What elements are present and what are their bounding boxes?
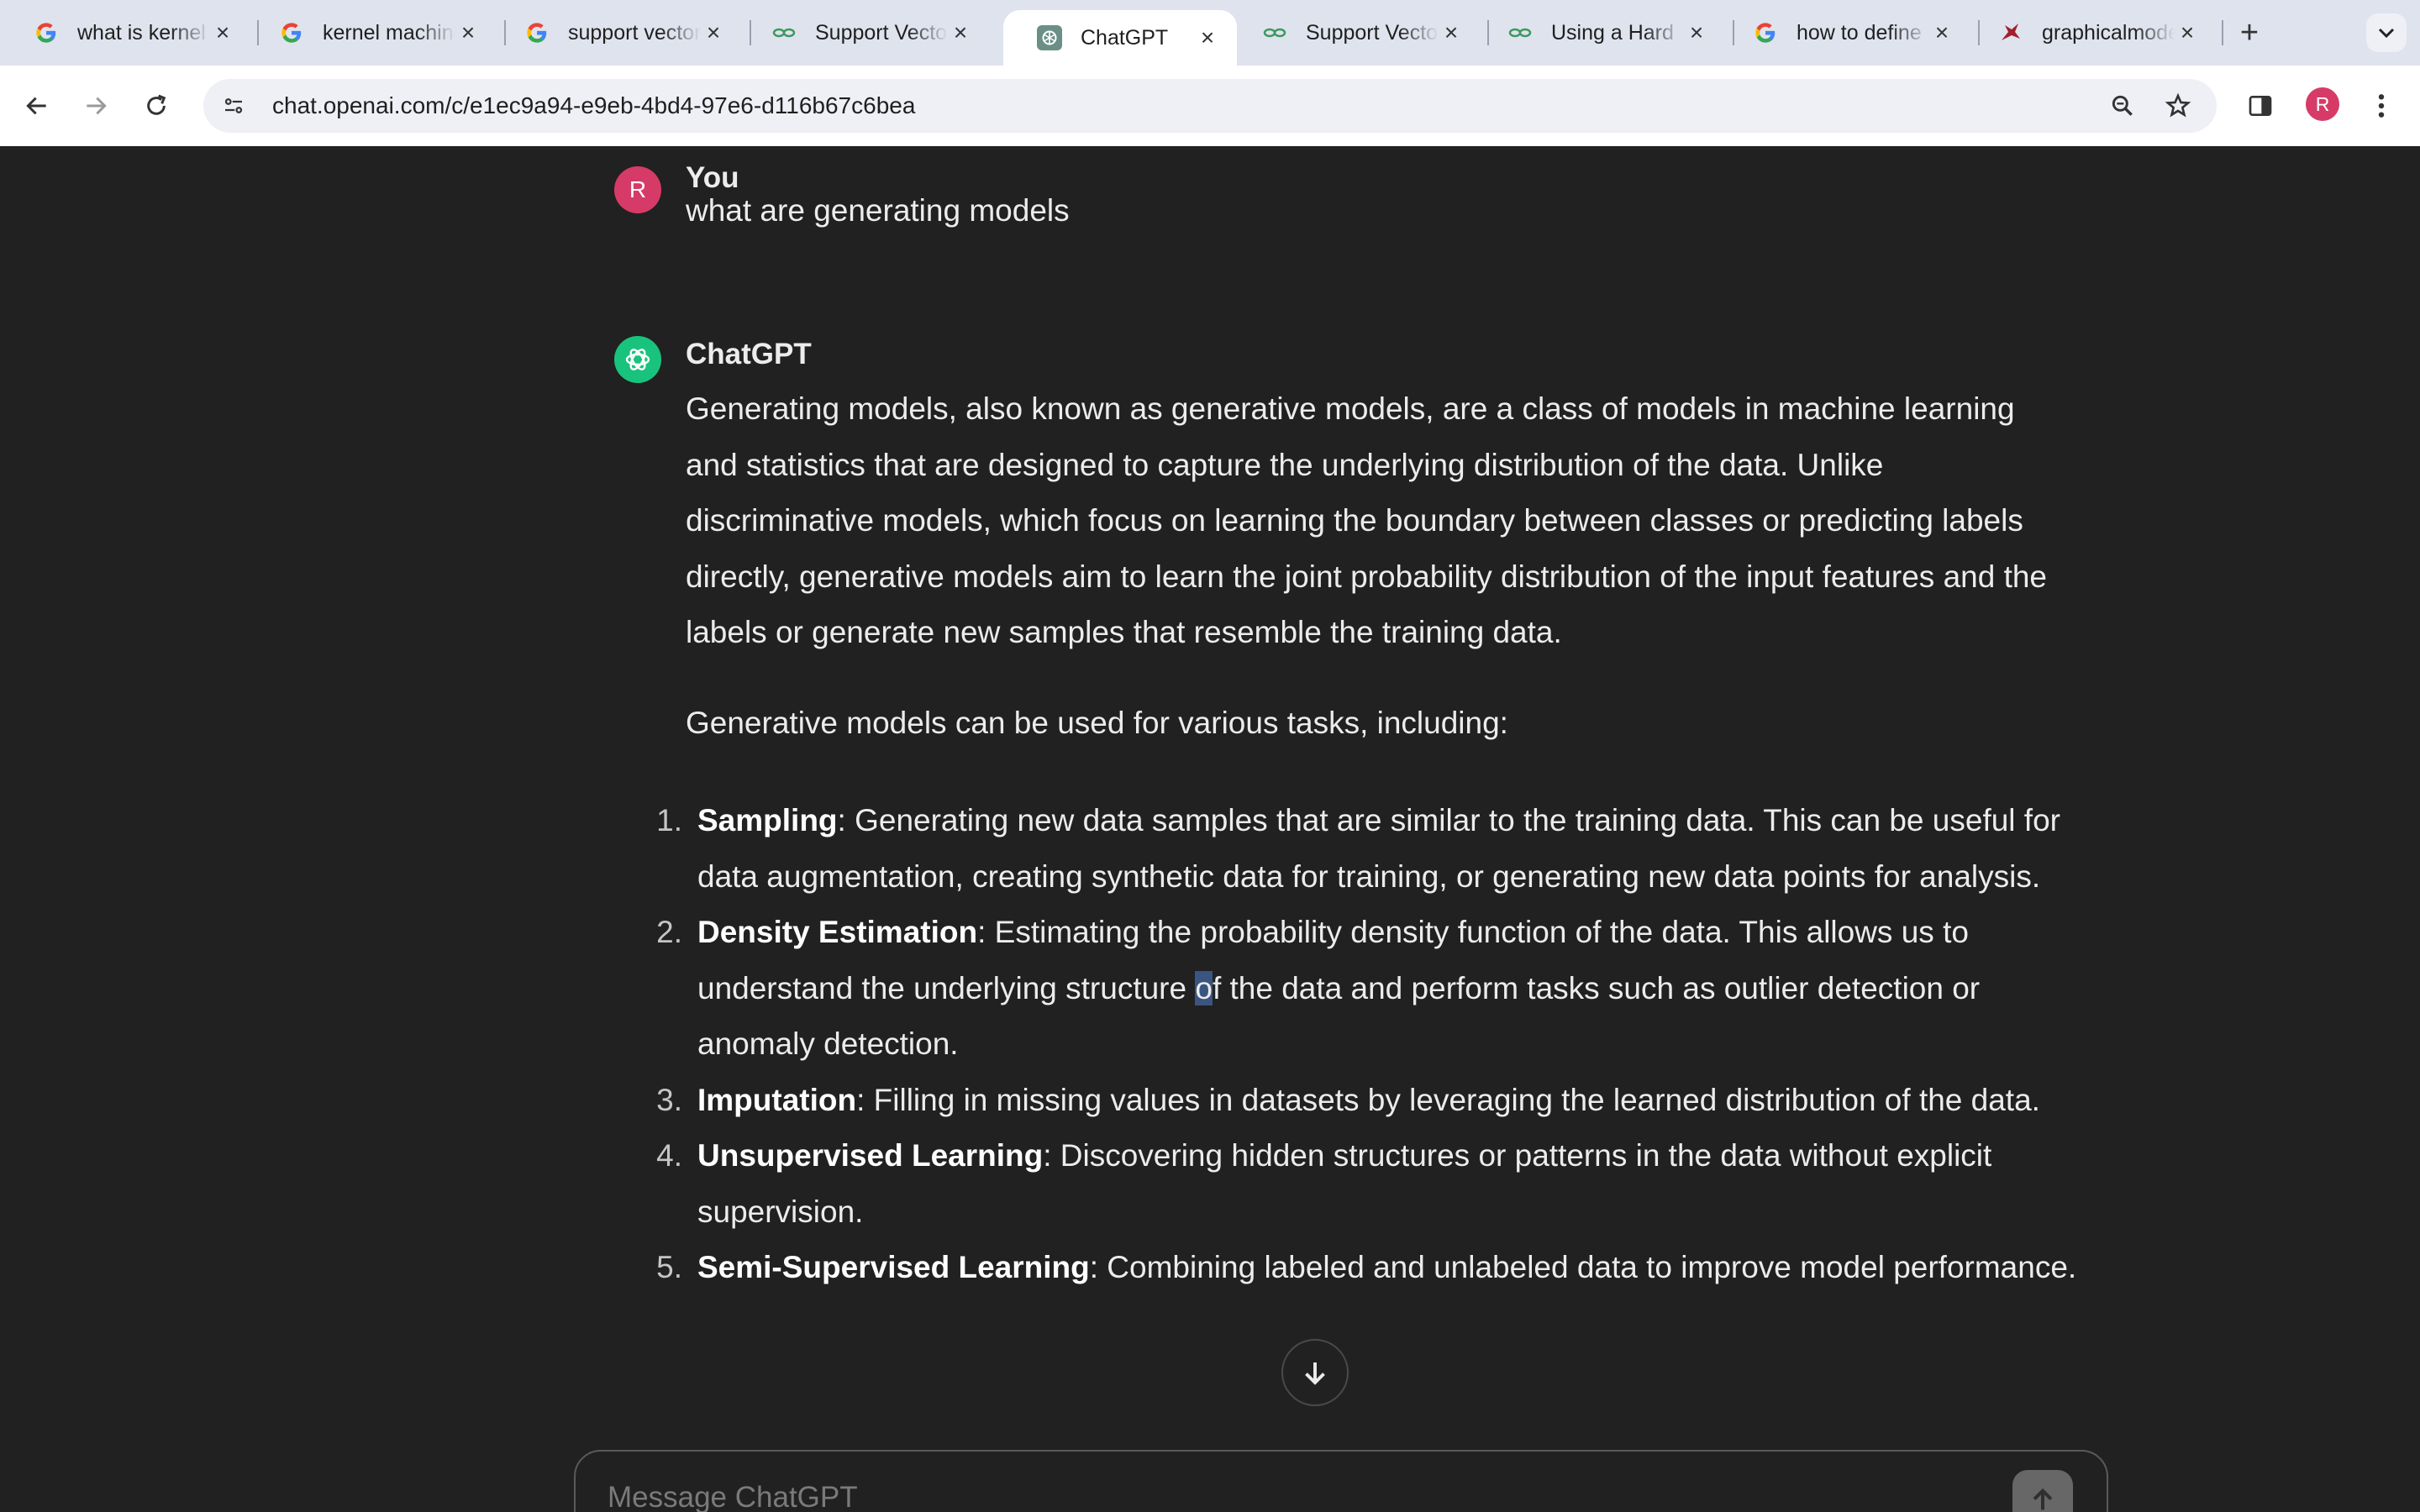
list-number: 5. bbox=[656, 1250, 682, 1284]
list-term: Semi-Supervised Learning bbox=[697, 1250, 1090, 1284]
list-item: 1. Sampling: Generating new data samples … bbox=[652, 793, 2081, 905]
assistant-name: ChatGPT bbox=[686, 338, 812, 370]
tab-title: graphicalmodels bbox=[2042, 20, 2175, 45]
chain-icon bbox=[771, 20, 797, 45]
tab-title: how to define bbox=[1797, 20, 1922, 45]
list-number: 2. bbox=[656, 915, 682, 949]
chat-area: R You what are generating models ChatGPT… bbox=[0, 146, 2420, 1512]
tab-title: support vector bbox=[568, 20, 701, 45]
list-item: 4. Unsupervised Learning: Discovering hid… bbox=[652, 1128, 2081, 1240]
close-icon[interactable]: × bbox=[1929, 19, 1954, 45]
list-text: : Combining labeled and unlabeled data t… bbox=[1089, 1250, 2077, 1284]
forward-arrow-icon bbox=[87, 97, 107, 115]
tab-support-vector-search[interactable]: support vector × bbox=[491, 10, 743, 55]
assistant-paragraph: Generative models can be used for variou… bbox=[686, 706, 1508, 740]
scroll-to-bottom-button[interactable] bbox=[1281, 1339, 1349, 1406]
tab-title: ChatGPT bbox=[1081, 25, 1169, 50]
back-arrow-icon bbox=[26, 97, 46, 115]
chatgpt-icon bbox=[614, 336, 661, 383]
side-panel-icon bbox=[2249, 96, 2272, 116]
google-icon bbox=[524, 20, 550, 45]
list-term: Density Estimation bbox=[697, 915, 978, 949]
list-text: : Generating new data samples that are s… bbox=[697, 803, 2060, 894]
send-button[interactable] bbox=[2012, 1470, 2073, 1512]
tab-support-vector-2[interactable]: Support Vector × bbox=[1228, 10, 1481, 55]
tab-search-button[interactable] bbox=[2366, 13, 2407, 52]
reload-button[interactable] bbox=[136, 86, 176, 126]
tab-separator bbox=[2222, 20, 2223, 45]
chain-icon bbox=[1507, 20, 1533, 45]
list-number: 3. bbox=[656, 1082, 682, 1117]
site-info-icon[interactable] bbox=[215, 87, 252, 124]
close-icon[interactable]: × bbox=[1684, 19, 1709, 45]
list-term: Unsupervised Learning bbox=[697, 1138, 1044, 1173]
tab-strip: what is kernel machine × kernel machine … bbox=[0, 0, 2420, 66]
tab-title: what is kernel machine bbox=[77, 20, 210, 45]
google-icon bbox=[279, 20, 304, 45]
google-icon bbox=[1753, 20, 1778, 45]
chatgpt-icon bbox=[1037, 25, 1062, 50]
message-input[interactable] bbox=[606, 1477, 1870, 1512]
browser-toolbar: chat.openai.com/c/e1ec9a94-e9eb-4bd4-97e… bbox=[0, 66, 2420, 146]
close-icon[interactable]: × bbox=[210, 19, 235, 45]
close-icon[interactable]: × bbox=[1439, 19, 1464, 45]
reload-icon bbox=[147, 94, 166, 115]
back-button[interactable] bbox=[17, 86, 57, 126]
message-composer bbox=[574, 1450, 2108, 1512]
forward-button[interactable] bbox=[76, 86, 116, 126]
list-text: : Filling in missing values in datasets … bbox=[856, 1082, 2040, 1117]
text-selection: o bbox=[1195, 970, 1213, 1005]
close-icon[interactable]: × bbox=[1195, 24, 1220, 50]
tab-chatgpt[interactable]: ChatGPT × bbox=[1003, 10, 1237, 66]
list-term: Sampling bbox=[697, 803, 838, 837]
tab-title: Support Vector bbox=[815, 20, 948, 45]
zoom-icon bbox=[2112, 95, 2133, 116]
profile-avatar[interactable]: R bbox=[2306, 87, 2339, 121]
address-bar[interactable]: chat.openai.com/c/e1ec9a94-e9eb-4bd4-97e… bbox=[203, 79, 2217, 133]
list-item: 2. Density Estimation: Estimating the pro… bbox=[652, 905, 2081, 1073]
bird-icon bbox=[1998, 20, 2023, 45]
google-icon bbox=[34, 20, 59, 45]
chevron-down-icon bbox=[2378, 28, 2395, 39]
zoom-button[interactable] bbox=[2101, 84, 2144, 128]
close-icon[interactable]: × bbox=[701, 19, 726, 45]
star-icon bbox=[2165, 92, 2191, 118]
tab-graphicalmodels[interactable]: graphicalmodels × bbox=[1965, 10, 2217, 55]
list-number: 1. bbox=[656, 803, 682, 837]
tab-using-a-hard[interactable]: Using a Hard × bbox=[1474, 10, 1726, 55]
arrow-up-icon bbox=[2033, 1488, 2053, 1510]
list-item: 5. Semi-Supervised Learning: Combining la… bbox=[652, 1240, 2081, 1296]
side-panel-button[interactable] bbox=[2238, 84, 2282, 128]
arrow-down-icon bbox=[1305, 1362, 1325, 1385]
user-avatar: R bbox=[614, 166, 661, 213]
assistant-paragraph: Generating models, also known as generat… bbox=[686, 391, 2048, 649]
url-text[interactable]: chat.openai.com/c/e1ec9a94-e9eb-4bd4-97e… bbox=[272, 92, 915, 119]
list-item: 3. Imputation: Filling in missing values … bbox=[652, 1073, 2081, 1129]
chain-icon bbox=[1262, 20, 1287, 45]
bookmark-button[interactable] bbox=[2156, 84, 2200, 128]
close-icon[interactable]: × bbox=[2175, 19, 2200, 45]
user-name: You bbox=[686, 161, 739, 194]
tab-kernel-machine[interactable]: kernel machine × bbox=[245, 10, 497, 55]
new-tab-button[interactable]: + bbox=[2230, 13, 2269, 52]
task-list: 1. Sampling: Generating new data samples … bbox=[652, 793, 2081, 1296]
tab-what-is-kernel[interactable]: what is kernel machine × bbox=[0, 10, 252, 55]
tab-title: kernel machine bbox=[323, 20, 455, 45]
tab-support-vector-1[interactable]: Support Vector × bbox=[738, 10, 990, 55]
list-number: 4. bbox=[656, 1138, 682, 1173]
tab-title: Using a Hard bbox=[1551, 20, 1674, 45]
tab-title: Support Vector bbox=[1306, 20, 1439, 45]
user-message: what are generating models bbox=[686, 193, 1070, 228]
kebab-menu-icon bbox=[2378, 94, 2385, 118]
list-term: Imputation bbox=[697, 1082, 857, 1117]
tab-how-to-define[interactable]: how to define × bbox=[1719, 10, 1971, 55]
browser-menu-button[interactable] bbox=[2360, 84, 2403, 128]
close-icon[interactable]: × bbox=[455, 19, 481, 45]
close-icon[interactable]: × bbox=[948, 19, 973, 45]
